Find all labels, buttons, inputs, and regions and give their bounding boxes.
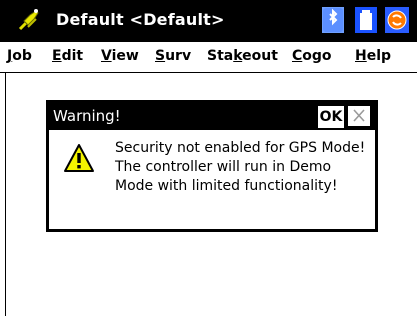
menu-cogo[interactable]: Cogo bbox=[292, 48, 332, 64]
satellite-icon[interactable] bbox=[14, 5, 44, 35]
menu-help[interactable]: Help bbox=[355, 48, 391, 64]
menu-bar: Job Edit View Surv Stakeout Cogo Help bbox=[0, 42, 417, 73]
close-icon bbox=[353, 109, 365, 122]
left-border bbox=[5, 73, 6, 316]
title-bar: Default <Default> bbox=[0, 0, 417, 42]
menu-job[interactable]: Job bbox=[7, 48, 32, 64]
menu-surv[interactable]: Surv bbox=[155, 48, 191, 64]
battery-icon[interactable] bbox=[353, 5, 379, 35]
sync-icon[interactable] bbox=[383, 5, 411, 35]
message-line: The controller will run in Demo bbox=[115, 159, 332, 175]
warning-dialog: Warning! OK Security not enabled for GPS… bbox=[46, 100, 378, 232]
bluetooth-icon[interactable] bbox=[320, 5, 346, 35]
menu-view[interactable]: View bbox=[101, 48, 139, 64]
message-line: Mode with limited functionality! bbox=[115, 178, 338, 194]
close-button[interactable] bbox=[347, 105, 371, 127]
warning-icon bbox=[64, 144, 94, 172]
dialog-message: Security not enabled for GPS Mode! The c… bbox=[115, 139, 373, 196]
ok-button[interactable]: OK bbox=[317, 105, 345, 129]
dialog-title: Warning! bbox=[53, 107, 121, 125]
menu-stakeout[interactable]: Stakeout bbox=[207, 48, 278, 64]
message-line: Security not enabled for GPS Mode! bbox=[115, 140, 366, 156]
menu-edit[interactable]: Edit bbox=[52, 48, 83, 64]
dialog-title-bar: Warning! OK bbox=[49, 103, 375, 130]
window-title: Default <Default> bbox=[56, 10, 225, 29]
